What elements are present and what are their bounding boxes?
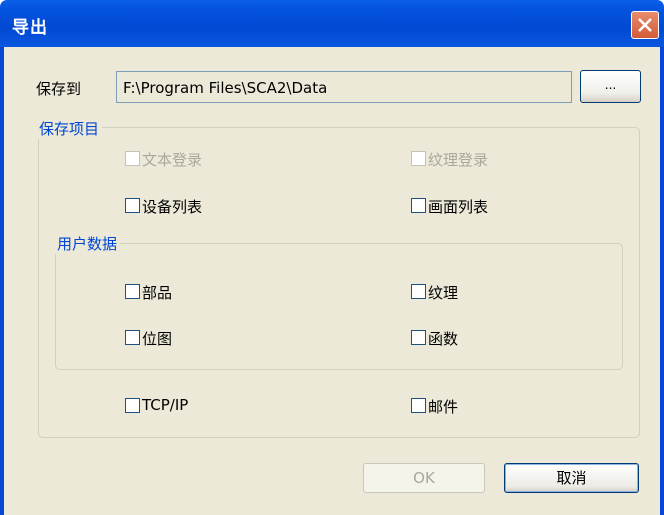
checkbox-box[interactable] — [125, 284, 140, 299]
browse-button[interactable]: ... — [580, 70, 641, 103]
checkbox-box[interactable] — [125, 330, 140, 345]
window-frame-right — [660, 47, 664, 515]
bitmap-label: 位图 — [142, 330, 173, 348]
parts-label: 部品 — [142, 284, 173, 302]
checkbox-box[interactable] — [411, 330, 426, 345]
text-login-label: 文本登录 — [142, 151, 203, 169]
save-items-title: 保存项目 — [36, 118, 103, 139]
tcpip-label: TCP/IP — [142, 396, 189, 414]
checkbox-box[interactable] — [411, 284, 426, 299]
cancel-button[interactable]: 取消 — [504, 463, 639, 493]
device-list-label: 设备列表 — [142, 198, 203, 216]
checkbox-box[interactable] — [411, 151, 426, 166]
mail-label: 邮件 — [428, 398, 459, 416]
checkbox-box[interactable] — [411, 398, 426, 413]
texture-label: 纹理 — [428, 284, 459, 302]
checkbox-box[interactable] — [411, 198, 426, 213]
user-data-title: 用户数据 — [54, 233, 121, 254]
user-data-group — [55, 243, 623, 370]
checkbox-box[interactable] — [125, 151, 140, 166]
save-to-label: 保存到 — [36, 80, 82, 98]
close-icon — [638, 18, 652, 32]
save-path-field[interactable]: F:\Program Files\SCA2\Data — [116, 71, 572, 103]
checkbox-box[interactable] — [125, 198, 140, 213]
texture-login-label: 纹理登录 — [428, 151, 489, 169]
title-bar[interactable]: 导出 — [0, 0, 664, 47]
screen-list-label: 画面列表 — [428, 198, 489, 216]
export-dialog: 导出 保存到 F:\Program Files\SCA2\Data ... 保存… — [0, 0, 664, 515]
function-label: 函数 — [428, 330, 459, 348]
checkbox-box[interactable] — [125, 398, 140, 413]
close-button[interactable] — [631, 11, 659, 39]
window-title: 导出 — [12, 18, 48, 38]
ok-button[interactable]: OK — [363, 463, 485, 493]
